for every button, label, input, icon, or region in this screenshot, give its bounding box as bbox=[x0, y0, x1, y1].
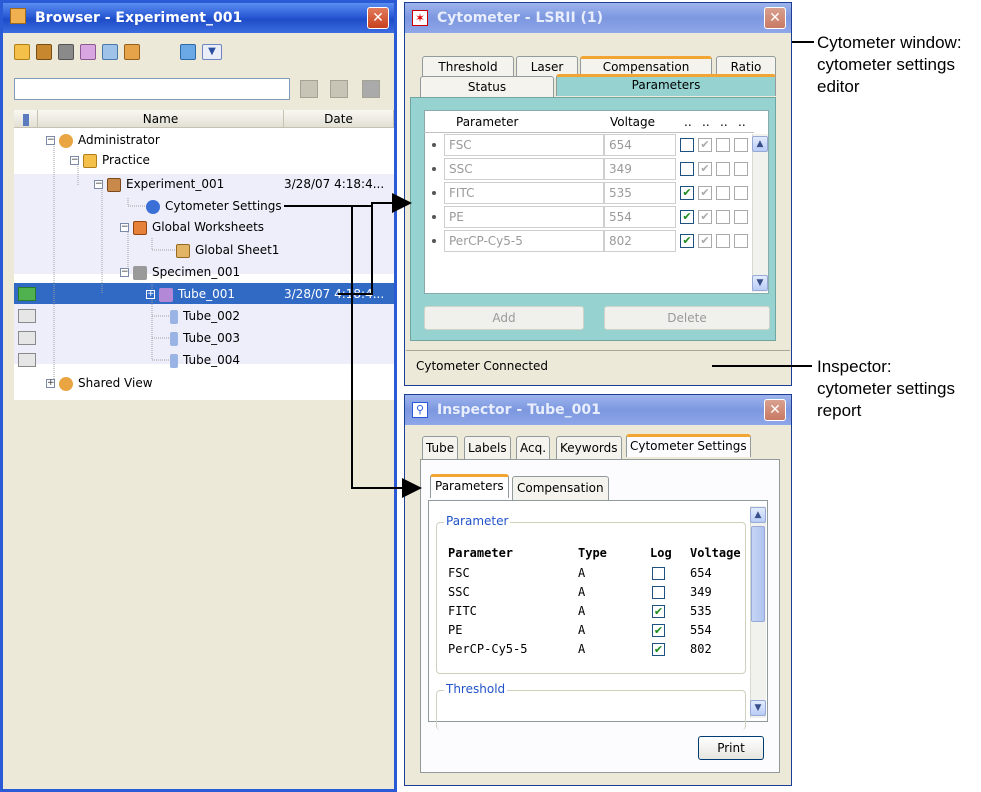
callout-text: Cytometer window: bbox=[817, 33, 962, 52]
callout-text: cytometer settings bbox=[817, 379, 955, 398]
callout-text: report bbox=[817, 401, 862, 420]
callout-text: Inspector: bbox=[817, 357, 892, 376]
callout-text: editor bbox=[817, 77, 860, 96]
callout-cytometer: Cytometer window: cytometer settings edi… bbox=[817, 32, 962, 98]
callout-inspector: Inspector: cytometer settings report bbox=[817, 356, 955, 422]
callout-text: cytometer settings bbox=[817, 55, 955, 74]
